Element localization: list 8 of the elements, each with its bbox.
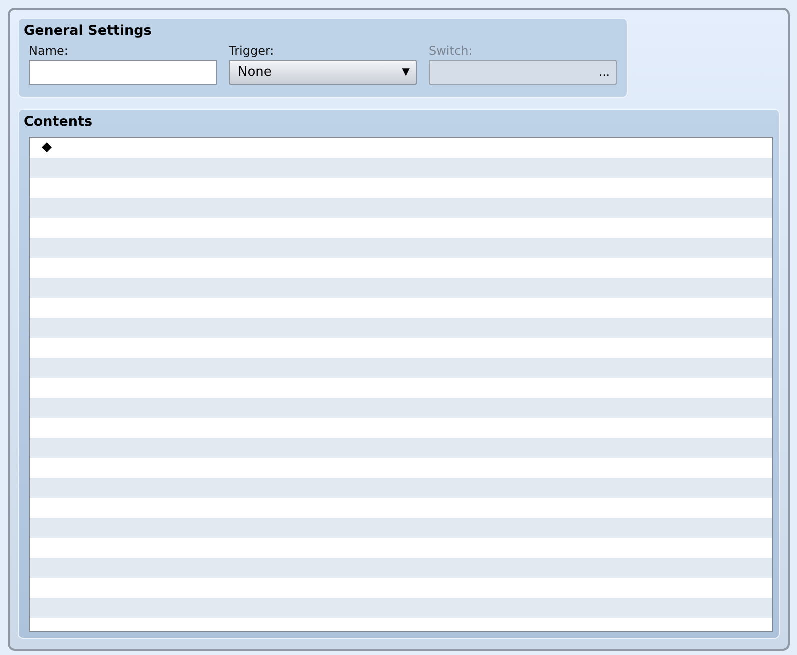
list-item[interactable]: ◆ — [30, 138, 772, 158]
panel-title: Contents — [24, 114, 94, 132]
field-label: Trigger: — [229, 44, 276, 60]
field-label: Switch: — [429, 44, 474, 60]
panel-title: General Settings — [24, 23, 153, 41]
trigger-dropdown[interactable]: None ▼ — [229, 60, 417, 85]
name-field[interactable] — [29, 60, 217, 85]
field-label: Name: — [29, 44, 70, 60]
